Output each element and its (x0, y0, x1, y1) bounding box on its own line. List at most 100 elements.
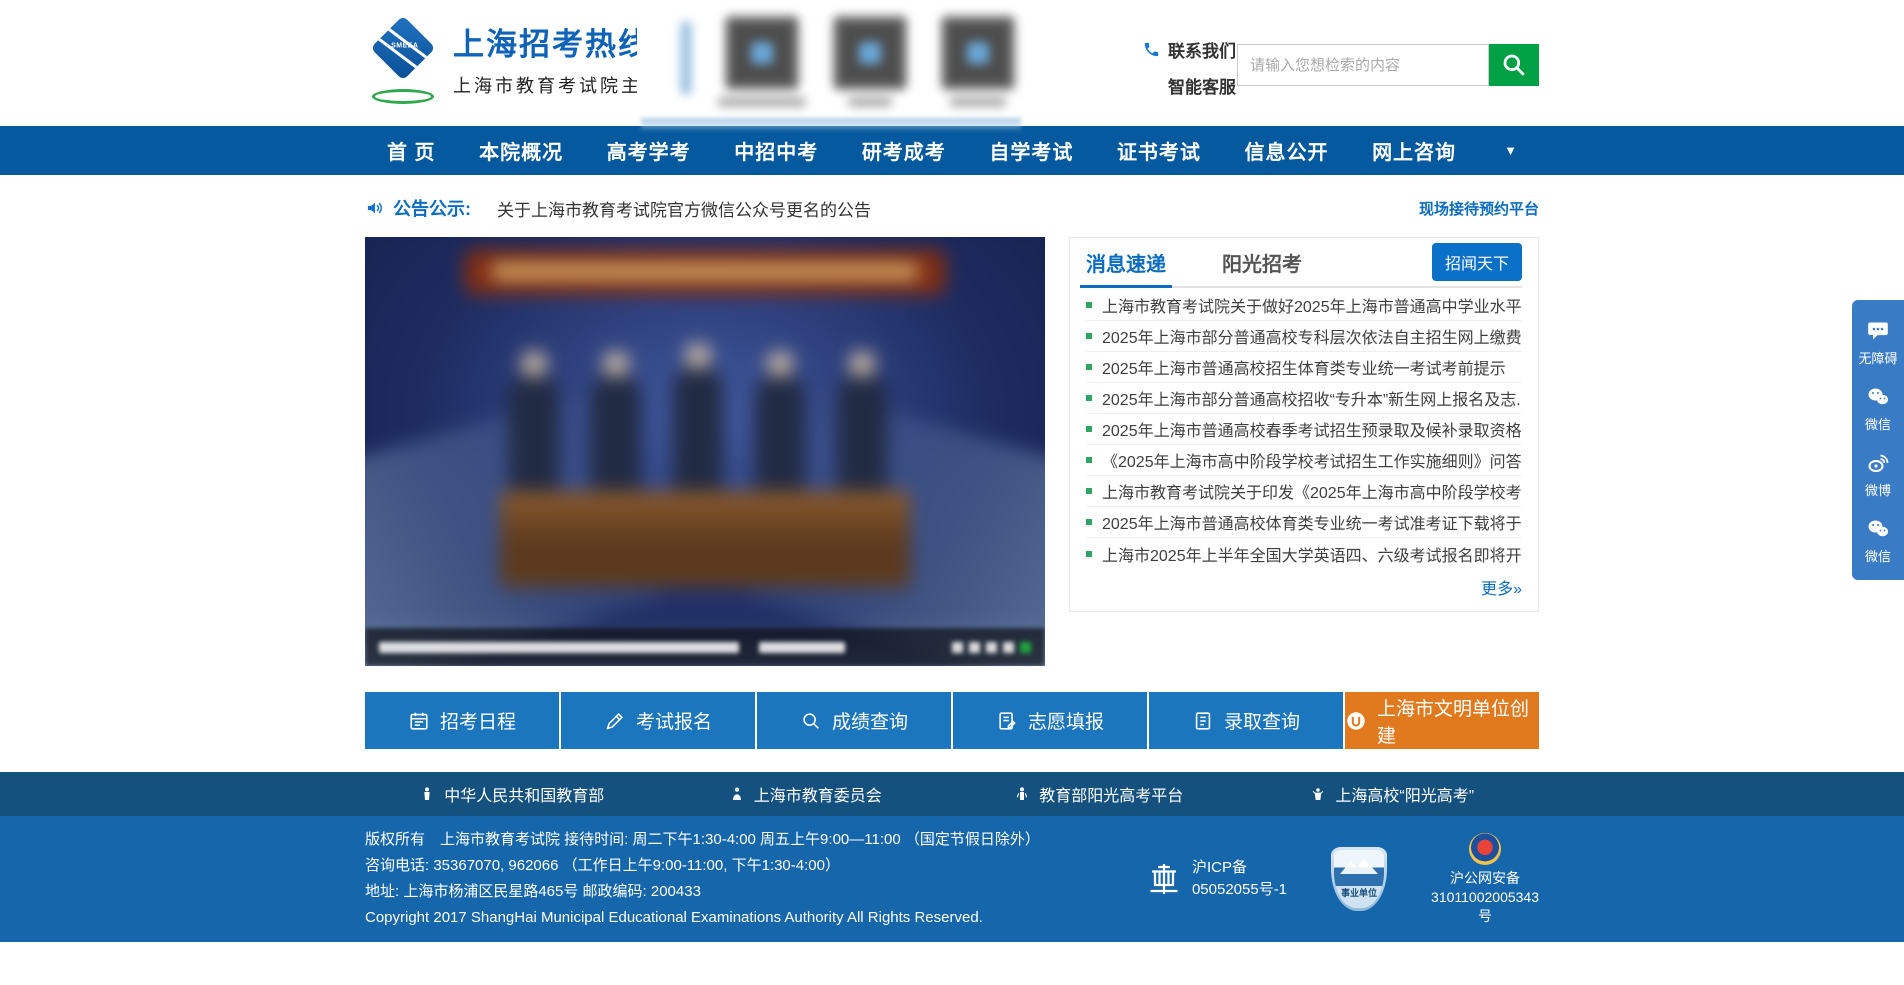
carousel-dot[interactable] (1003, 642, 1014, 653)
reservation-platform-link[interactable]: 现场接待预约平台 (1419, 198, 1539, 219)
carousel-dot[interactable] (986, 642, 997, 653)
carousel-pagination (952, 642, 1031, 653)
search-input[interactable] (1237, 44, 1489, 86)
more-link[interactable]: 更多» (1086, 575, 1522, 599)
quick-links: 招考日程 考试报名 成绩查询 志愿填报 录取查询 上海市文明单位创建 (365, 692, 1539, 749)
news-item[interactable]: 2025年上海市普通高校招生体育类专业统一考试考前提示 (1086, 352, 1522, 383)
footer-link-shec[interactable]: 上海市教育委员会 (659, 782, 953, 806)
footer-link-sunshine-gaokao[interactable]: 上海高校“阳光高考” (1246, 782, 1540, 806)
wechat-button[interactable]: 微信 (1852, 376, 1904, 442)
news-item[interactable]: 《2025年上海市高中阶段学校考试招生工作实施细则》问答 (1086, 445, 1522, 476)
nav-zixun[interactable]: 网上咨询 (1372, 136, 1456, 165)
carousel-caption (365, 628, 1045, 666)
site-title: 上海招考热线 (453, 26, 663, 64)
carousel-dot[interactable] (952, 642, 963, 653)
news-tabs: 消息速递 阳光招考 招闻天下 (1086, 238, 1522, 288)
bullet-icon (1086, 395, 1092, 401)
sunshine-platform-icon (1014, 785, 1030, 803)
wechat-icon (1866, 385, 1890, 409)
quick-link-civilized-unit[interactable]: 上海市文明单位创建 (1345, 692, 1539, 749)
smart-service-label: 智能客服 (1168, 73, 1236, 98)
announcement-label: 公告公示: (393, 195, 471, 221)
news-item[interactable]: 2025年上海市部分普通高校招收“专升本”新生网上报名及志... (1086, 383, 1522, 414)
nav-zhongkao[interactable]: 中招中考 (734, 136, 818, 165)
quick-link-scores[interactable]: 成绩查询 (757, 692, 951, 749)
police-emblem-icon (1469, 833, 1501, 865)
carousel-dot-active[interactable] (1020, 642, 1031, 653)
announcement-link[interactable]: 关于上海市教育考试院官方微信公众号更名的公告 (497, 196, 871, 221)
qr-code-1 (725, 16, 799, 106)
news-item[interactable]: 上海市教育考试院关于印发《2025年上海市高中阶段学校考试... (1086, 476, 1522, 507)
footer-link-moe[interactable]: 中华人民共和国教育部 (365, 782, 659, 806)
nav-zixue[interactable]: 自学考试 (989, 136, 1073, 165)
main-content: 消息速递 阳光招考 招闻天下 上海市教育考试院关于做好2025年上海市普通高中学… (365, 237, 1539, 666)
wechat-button-2[interactable]: 微信 (1852, 508, 1904, 574)
shield-mountain-icon (1340, 858, 1378, 874)
accessibility-button[interactable]: 无障碍 (1852, 310, 1904, 376)
header: SMEEA 上海招考热线 上海市教育考试院主办 (0, 0, 1904, 126)
zhaowen-tianxia-button[interactable]: 招闻天下 (1432, 243, 1522, 281)
bullet-icon (1086, 519, 1092, 525)
footer: 版权所有 上海市教育考试院 接待时间: 周二下午1:30-4:00 周五上午9:… (0, 816, 1904, 942)
civilization-medal-icon (1345, 710, 1367, 732)
magnifier-icon (800, 710, 822, 732)
logo-acronym: SMEEA (382, 43, 428, 50)
badge-label: 事业单位 (1334, 886, 1384, 899)
nav-gaokao[interactable]: 高考学考 (607, 136, 691, 165)
qr-codes-panel (637, 0, 1025, 118)
hero-carousel[interactable] (365, 237, 1045, 666)
caption-text-placeholder (759, 642, 845, 653)
nav-xinxi[interactable]: 信息公开 (1245, 136, 1329, 165)
news-item[interactable]: 上海市2025年上半年全国大学英语四、六级考试报名即将开始 (1086, 538, 1522, 569)
quick-link-schedule[interactable]: 招考日程 (365, 692, 559, 749)
nav-yankao[interactable]: 研考成考 (862, 136, 946, 165)
public-institution-badge[interactable]: 事业单位 (1331, 847, 1387, 911)
news-item[interactable]: 2025年上海市部分普通高校专科层次依法自主招生网上缴费将... (1086, 321, 1522, 352)
speaker-icon (365, 198, 385, 218)
logo-ellipse-icon (372, 89, 434, 104)
bullet-icon (1086, 426, 1092, 432)
caption-text-placeholder (379, 642, 739, 653)
sunshine-gaokao-icon (1310, 785, 1326, 803)
quick-link-preferences[interactable]: 志愿填报 (953, 692, 1147, 749)
nav-home[interactable]: 首 页 (387, 136, 436, 165)
nav-zhengshu[interactable]: 证书考试 (1117, 136, 1201, 165)
wechat-icon (1866, 517, 1890, 541)
bottom-strip (0, 942, 1904, 984)
site-logo[interactable]: SMEEA 上海招考热线 上海市教育考试院主办 (365, 20, 663, 106)
search-button[interactable] (1489, 44, 1539, 86)
footer-link-sunshine-platform[interactable]: 教育部阳光高考平台 (952, 782, 1246, 806)
news-item[interactable]: 2025年上海市普通高校春季考试招生预录取及候补录取资格网... (1086, 414, 1522, 445)
nav-about[interactable]: 本院概况 (479, 136, 563, 165)
smart-service-link[interactable]: 智能客服 (1143, 72, 1236, 98)
tab-sunshine-admissions[interactable]: 阳光招考 (1222, 238, 1302, 286)
police-record-link[interactable]: 沪公网安备 31011002005343 号 (1431, 833, 1539, 926)
weibo-button[interactable]: 微博 (1852, 442, 1904, 508)
committee-person-icon (729, 785, 745, 803)
qr-divider-bar (681, 22, 691, 94)
document-icon (1192, 710, 1214, 732)
news-item[interactable]: 上海市教育考试院关于做好2025年上海市普通高中学业水平考... (1086, 290, 1522, 321)
news-item[interactable]: 2025年上海市普通高校体育类专业统一考试准考证下载将于3... (1086, 507, 1522, 538)
logo-diamond-icon: SMEEA (365, 20, 445, 106)
contact-us-link[interactable]: 联系我们 (1143, 36, 1236, 62)
icp-record-link[interactable]: 沪ICP备 05052055号-1 (1146, 857, 1287, 901)
bullet-icon (1086, 551, 1092, 557)
footer-line-address: 地址: 上海市杨浦区民星路465号 邮政编码: 200433 (365, 879, 1040, 905)
tab-message-express[interactable]: 消息速递 (1086, 238, 1166, 286)
accessibility-chat-icon (1866, 319, 1890, 343)
qr-code-3 (941, 16, 1015, 106)
main-nav: 首 页 本院概况 高考学考 中招中考 研考成考 自学考试 证书考试 信息公开 网… (0, 126, 1904, 175)
police-suffix: 号 (1478, 907, 1492, 926)
form-icon (996, 710, 1018, 732)
icp-prefix: 沪ICP备 (1192, 857, 1287, 879)
site-subtitle: 上海市教育考试院主办 (453, 72, 663, 98)
search-icon (1501, 52, 1527, 78)
carousel-dot[interactable] (969, 642, 980, 653)
gov-emblem-icon (419, 785, 435, 803)
floating-sidebar: 无障碍 微信 微博 微信 (1852, 300, 1904, 580)
icp-monument-icon (1146, 861, 1182, 897)
quick-link-registration[interactable]: 考试报名 (561, 692, 755, 749)
chevron-down-icon[interactable]: ▼ (1504, 143, 1517, 158)
quick-link-admission[interactable]: 录取查询 (1149, 692, 1343, 749)
